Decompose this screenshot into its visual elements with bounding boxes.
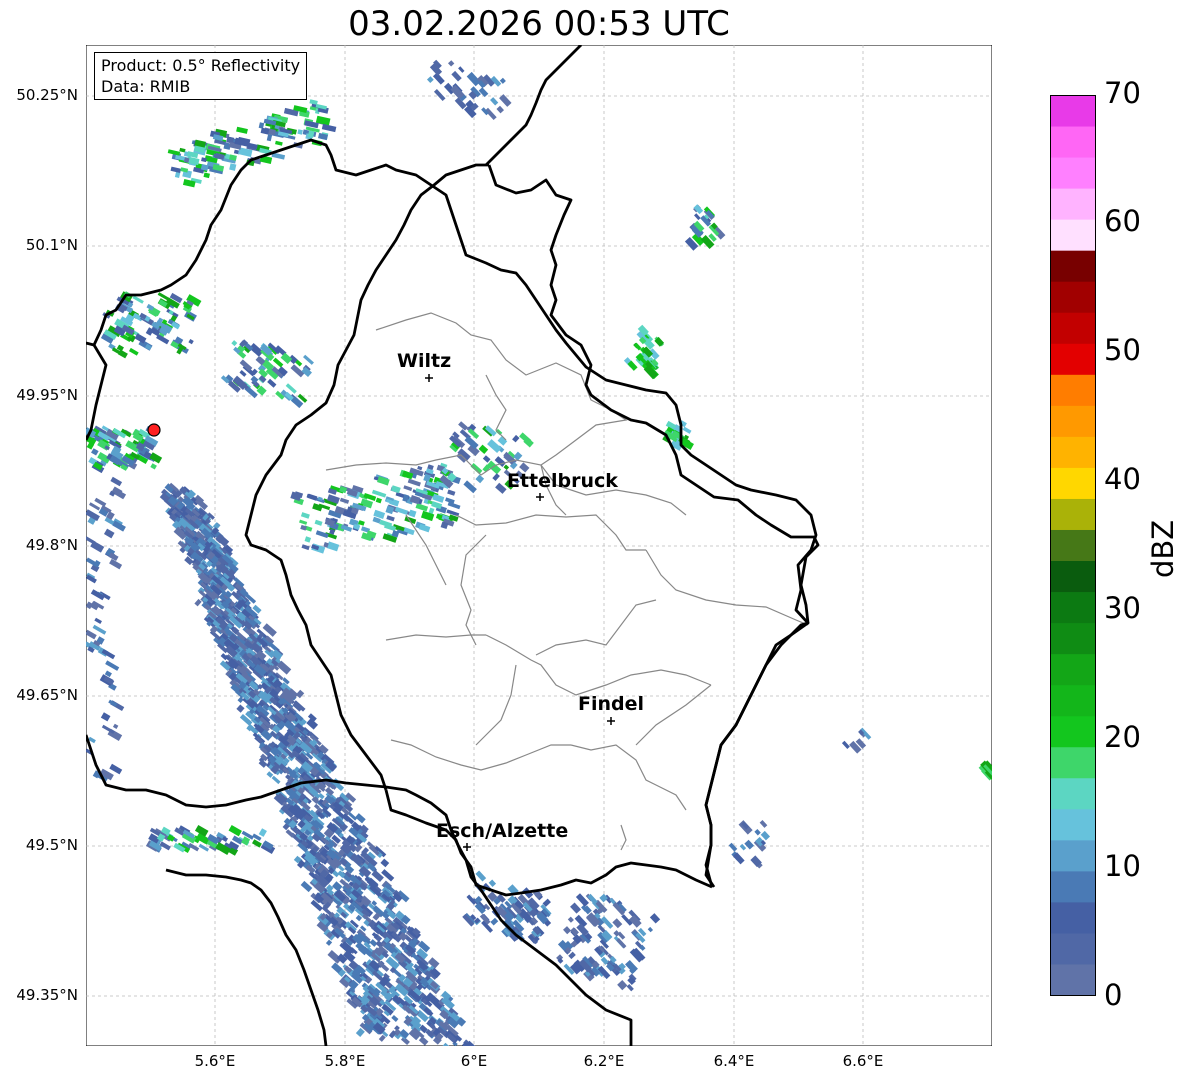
colorbar-segment — [1050, 622, 1096, 655]
lon-label-5.6: 5.6°E — [194, 1052, 236, 1070]
colorbar-tick-40: 40 — [1104, 462, 1141, 496]
colorbar — [1050, 95, 1096, 996]
colorbar-segment — [1050, 405, 1096, 437]
colorbar-segment — [1050, 808, 1096, 841]
lat-label-50.25: 50.25°N — [16, 86, 78, 104]
colorbar-segment — [1050, 653, 1096, 686]
city-label-findel: Findel — [578, 693, 645, 715]
product-text: Product: 0.5° Reflectivity — [101, 56, 301, 75]
colorbar-segment — [1050, 436, 1096, 468]
lat-label-49.5: 49.5°N — [25, 836, 78, 854]
lon-label-6.0: 6°E — [460, 1052, 488, 1070]
colorbar-segment — [1050, 715, 1096, 748]
colorbar-segment — [1050, 95, 1096, 127]
colorbar-label: dBZ — [1146, 519, 1180, 578]
colorbar-segment — [1050, 932, 1096, 965]
colorbar-segment — [1050, 901, 1096, 934]
city-label-wiltz: Wiltz — [397, 350, 452, 372]
map-canvas — [86, 45, 992, 1046]
lat-label-49.95: 49.95°N — [16, 386, 78, 404]
colorbar-segment — [1050, 839, 1096, 872]
colorbar-segment — [1050, 684, 1096, 717]
colorbar-segment — [1050, 126, 1096, 158]
colorbar-segment — [1050, 188, 1096, 220]
colorbar-segment — [1050, 746, 1096, 779]
city-label-esch-alzette: Esch/Alzette — [436, 820, 569, 842]
colorbar-segment — [1050, 219, 1096, 251]
lon-label-6.6: 6.6°E — [842, 1052, 884, 1070]
colorbar-segment — [1050, 281, 1096, 313]
lat-label-49.8: 49.8°N — [25, 536, 78, 554]
colorbar-tick-30: 30 — [1104, 591, 1141, 625]
colorbar-segment — [1050, 374, 1096, 406]
radar-map — [86, 45, 992, 1046]
lat-label-50.1: 50.1°N — [25, 236, 78, 254]
colorbar-tick-60: 60 — [1104, 204, 1141, 238]
colorbar-tick-70: 70 — [1104, 76, 1141, 110]
colorbar-segment — [1050, 560, 1096, 593]
colorbar-segment — [1050, 777, 1096, 810]
colorbar-tick-50: 50 — [1104, 333, 1141, 367]
colorbar-tick-10: 10 — [1104, 849, 1141, 883]
lon-label-5.8: 5.8°E — [324, 1052, 366, 1070]
colorbar-segment — [1050, 312, 1096, 344]
colorbar-segment — [1050, 498, 1096, 530]
lat-label-49.35: 49.35°N — [16, 986, 78, 1004]
colorbar-segment — [1050, 250, 1096, 282]
colorbar-segment — [1050, 467, 1096, 499]
colorbar-segment — [1050, 591, 1096, 624]
data-source-text: Data: RMIB — [101, 77, 191, 96]
city-label-ettelbruck: Ettelbruck — [507, 470, 618, 492]
radar-site-marker — [147, 423, 161, 437]
lon-label-6.2: 6.2°E — [583, 1052, 625, 1070]
lon-label-6.4: 6.4°E — [713, 1052, 755, 1070]
map-title: 03.02.2026 00:53 UTC — [348, 4, 730, 44]
lat-label-49.65: 49.65°N — [16, 686, 78, 704]
colorbar-tick-20: 20 — [1104, 720, 1141, 754]
colorbar-tick-0: 0 — [1104, 978, 1123, 1012]
colorbar-segment — [1050, 963, 1096, 996]
colorbar-segment — [1050, 157, 1096, 189]
colorbar-segment — [1050, 870, 1096, 903]
colorbar-segment — [1050, 343, 1096, 375]
colorbar-segment — [1050, 529, 1096, 562]
product-info-box: Product: 0.5° Reflectivity Data: RMIB — [94, 52, 308, 100]
